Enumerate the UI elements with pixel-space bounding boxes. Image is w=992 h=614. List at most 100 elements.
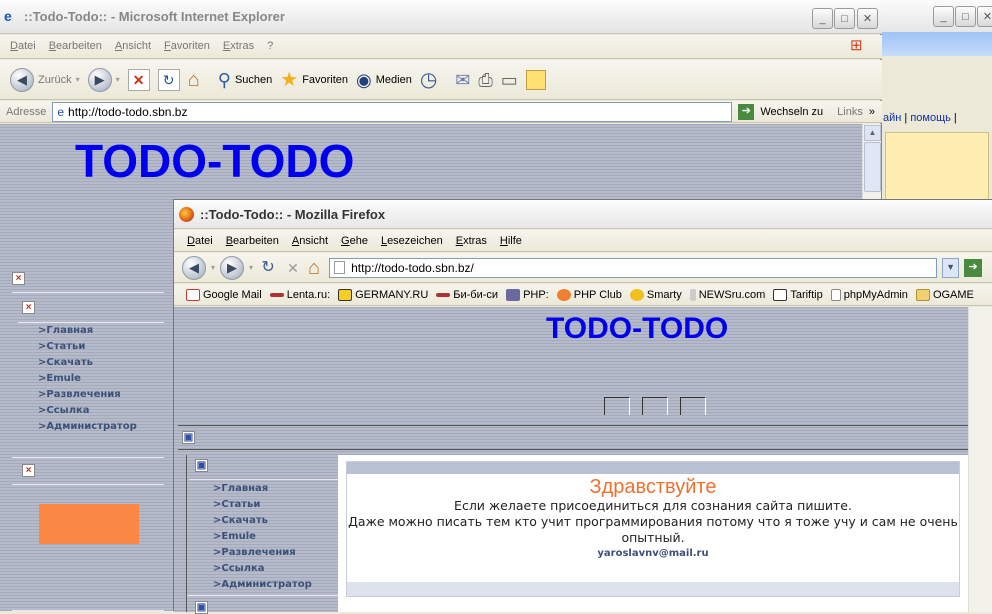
maximize-icon[interactable]: □ xyxy=(955,6,976,27)
ff-titlebar[interactable]: ::Todo-Todo:: - Mozilla Firefox xyxy=(174,200,992,229)
ff-menu-gehe[interactable]: Gehe xyxy=(341,235,368,251)
bookmark-label: GERMANY.RU xyxy=(355,288,429,301)
ie-titlebar[interactable]: e ::Todo-Todo:: - Microsoft Internet Exp… xyxy=(0,0,882,34)
nav-link-emule[interactable]: >Emule xyxy=(16,371,137,387)
search-label: Suchen xyxy=(234,73,273,86)
bookmark-php-club[interactable]: PHP Club xyxy=(556,288,622,301)
ff-window-title: ::Todo-Todo:: - Mozilla Firefox xyxy=(200,207,386,222)
nav-link-links[interactable]: >Ссылка xyxy=(191,561,312,577)
go-button[interactable]: Wechseln zu xyxy=(760,106,823,118)
home-icon[interactable]: ⌂ xyxy=(188,70,200,90)
bookmark-smarty[interactable]: Smarty xyxy=(629,288,682,301)
ff-menu-extras[interactable]: Extras xyxy=(456,235,487,251)
nav-link-download[interactable]: >Скачать xyxy=(16,355,137,371)
bookmark-label: Tariftip xyxy=(790,288,823,301)
maximize-icon[interactable]: □ xyxy=(834,8,855,29)
nav-link-emule[interactable]: >Emule xyxy=(191,529,312,545)
back-button[interactable]: ◀ Zurück ▾ xyxy=(10,66,80,94)
welcome-panel: Здравствуйте Если желаете присоединиться… xyxy=(338,455,968,612)
php-icon xyxy=(506,288,521,301)
go-arrow-icon[interactable]: ➔ xyxy=(964,258,983,277)
links-label[interactable]: Links xyxy=(837,106,863,118)
history-icon[interactable]: ◷ xyxy=(420,70,437,90)
home-icon[interactable]: ⌂ xyxy=(308,258,320,278)
close-icon[interactable]: ✕ xyxy=(977,6,992,27)
broken-image-icon: × xyxy=(22,464,35,477)
nav-link-admin[interactable]: >Администратор xyxy=(16,419,137,435)
background-panel xyxy=(885,132,989,202)
ff-menu-lesezeichen[interactable]: Lesezeichen xyxy=(381,235,443,251)
welcome-box: Здравствуйте Если желаете присоединиться… xyxy=(346,461,960,597)
bookmark-newsru[interactable]: NEWSru.com xyxy=(689,288,765,301)
background-window-titlebar[interactable]: _ □ ✕ xyxy=(881,0,992,32)
menu-help[interactable]: ? xyxy=(267,40,273,58)
ff-address-input[interactable]: http://todo-todo.sbn.bz/ xyxy=(329,257,938,278)
menu-ansicht[interactable]: Ansicht xyxy=(115,40,151,58)
ff-menu-datei[interactable]: Datei xyxy=(187,235,213,251)
edit-icon[interactable]: ▭ xyxy=(501,71,518,89)
forward-button[interactable]: ▶ ▾ xyxy=(87,66,120,94)
dropdown-arrow-icon[interactable]: ▼ xyxy=(942,257,960,278)
favorites-button[interactable]: ★ Favoriten xyxy=(280,66,348,94)
address-input[interactable]: e http://todo-todo.sbn.bz xyxy=(52,101,733,122)
minimize-icon[interactable]: _ xyxy=(812,8,833,29)
ff-menu-ansicht[interactable]: Ansicht xyxy=(292,235,328,251)
search-button[interactable]: ⚲ Suchen xyxy=(218,66,273,94)
menu-extras[interactable]: Extras xyxy=(223,40,254,58)
forward-arrow-icon: ▶ xyxy=(87,67,112,92)
back-arrow-icon[interactable]: ◀ xyxy=(182,255,206,280)
bookmark-label: phpMyAdmin xyxy=(843,288,908,301)
windows-logo-icon: ⊞ xyxy=(850,37,863,54)
nav-link-articles[interactable]: >Статьи xyxy=(191,497,312,513)
bookmark-lenta[interactable]: Lenta.ru: xyxy=(269,289,330,301)
menu-datei[interactable]: Datei xyxy=(10,40,36,58)
bookmark-php[interactable]: PHP: xyxy=(506,288,549,301)
newsru-icon xyxy=(689,288,696,301)
header-box xyxy=(642,397,668,415)
bookmark-germany[interactable]: GERMANY.RU xyxy=(338,288,429,301)
stop-icon[interactable]: ✕ xyxy=(283,258,303,278)
bookmark-tariftip[interactable]: Tariftip xyxy=(773,288,823,301)
nav-link-home[interactable]: >Главная xyxy=(16,323,137,339)
nav-link-links[interactable]: >Ссылка xyxy=(16,403,137,419)
search-icon: ⚲ xyxy=(217,69,231,90)
bookmark-ogame[interactable]: OGAME xyxy=(915,288,974,301)
reload-icon[interactable]: ↻ xyxy=(258,258,278,278)
contact-email[interactable]: yaroslavnv@mail.ru xyxy=(347,548,959,559)
welcome-footer-strip xyxy=(347,582,959,596)
chevron-right-icon[interactable]: » xyxy=(869,106,875,118)
minimize-icon[interactable]: _ xyxy=(933,6,954,27)
ff-menu-bearbeiten[interactable]: Bearbeiten xyxy=(226,235,279,251)
menu-bearbeiten[interactable]: Bearbeiten xyxy=(49,40,102,58)
scroll-up-icon[interactable]: ▲ xyxy=(864,125,881,141)
mail-icon[interactable]: ✉ xyxy=(455,71,470,89)
bookmark-google-mail[interactable]: Google Mail xyxy=(186,288,262,301)
nav-link-articles[interactable]: >Статьи xyxy=(16,339,137,355)
help-link[interactable]: помощь xyxy=(910,112,951,124)
notes-icon[interactable] xyxy=(525,69,546,90)
broken-image-icon: × xyxy=(12,272,25,285)
go-arrow-icon[interactable]: ➔ xyxy=(738,103,755,120)
menu-favoriten[interactable]: Favoriten xyxy=(164,40,210,58)
refresh-icon[interactable]: ↻ xyxy=(157,68,180,91)
ff-scrollbar[interactable] xyxy=(968,307,992,612)
stop-icon[interactable]: ✕ xyxy=(127,68,150,91)
bookmark-label: PHP Club xyxy=(573,288,622,301)
link-text[interactable]: айн xyxy=(883,112,901,124)
bookmark-bbc[interactable]: Би-би-си xyxy=(436,289,498,301)
nav-link-entertainment[interactable]: >Развлечения xyxy=(16,387,137,403)
print-icon[interactable]: ⎙ xyxy=(478,71,492,89)
nav-link-home[interactable]: >Главная xyxy=(191,481,312,497)
close-icon[interactable]: ✕ xyxy=(857,8,878,29)
bookmark-phpmyadmin[interactable]: phpMyAdmin xyxy=(830,288,908,301)
forward-arrow-icon[interactable]: ▶ xyxy=(220,255,245,280)
scroll-thumb[interactable] xyxy=(864,142,881,192)
bookmark-label: PHP: xyxy=(523,288,549,301)
media-button[interactable]: ◉ Medien xyxy=(356,66,412,94)
orange-block xyxy=(39,504,139,544)
nav-link-entertainment[interactable]: >Развлечения xyxy=(191,545,312,561)
ff-menu-hilfe[interactable]: Hilfe xyxy=(500,235,522,251)
nav-link-download[interactable]: >Скачать xyxy=(191,513,312,529)
nav-link-admin[interactable]: >Администратор xyxy=(191,577,312,593)
bookmark-label: OGAME xyxy=(932,288,974,301)
